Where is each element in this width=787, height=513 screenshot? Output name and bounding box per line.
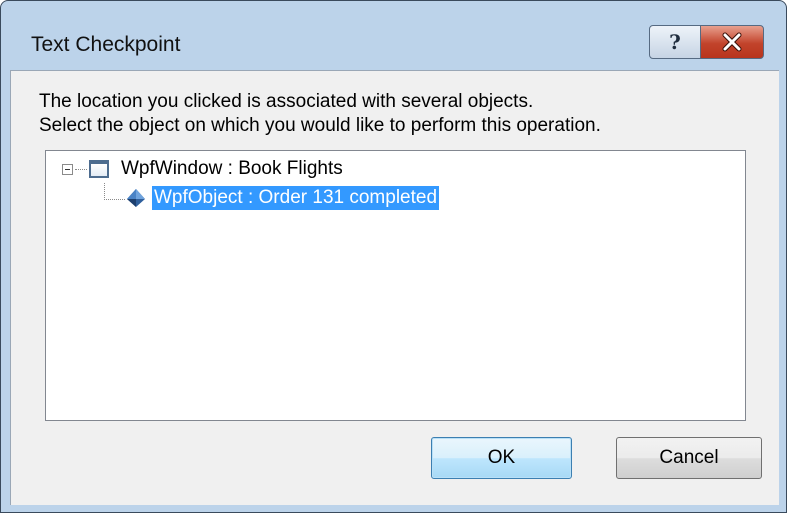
ok-button[interactable]: OK xyxy=(431,437,572,479)
window-icon xyxy=(89,160,109,178)
dialog-title: Text Checkpoint xyxy=(31,33,181,56)
question-mark-icon: ? xyxy=(669,30,681,54)
tree-node-child[interactable]: WpfObject : Order 131 completed xyxy=(104,184,440,212)
cancel-button[interactable]: Cancel xyxy=(616,437,762,479)
close-button[interactable] xyxy=(700,25,764,59)
tree-node-root[interactable]: WpfWindow : Book Flights xyxy=(62,155,345,183)
text-checkpoint-dialog: Text Checkpoint ? The location you click… xyxy=(0,0,787,513)
object-tree[interactable]: WpfWindow : Book Flights WpfObject : Ord… xyxy=(45,150,746,421)
dialog-body: The location you clicked is associated w… xyxy=(10,70,779,505)
collapse-toggle[interactable] xyxy=(62,163,73,175)
tree-node-label: WpfObject : Order 131 completed xyxy=(152,186,440,210)
message-line-1: The location you clicked is associated w… xyxy=(39,91,534,112)
tree-node-label: WpfWindow : Book Flights xyxy=(121,158,343,179)
help-button[interactable]: ? xyxy=(649,25,701,59)
tree-connector xyxy=(75,168,87,170)
wpf-object-icon xyxy=(127,189,145,207)
close-x-icon xyxy=(722,32,742,52)
message-line-2: Select the object on which you would lik… xyxy=(39,115,601,136)
